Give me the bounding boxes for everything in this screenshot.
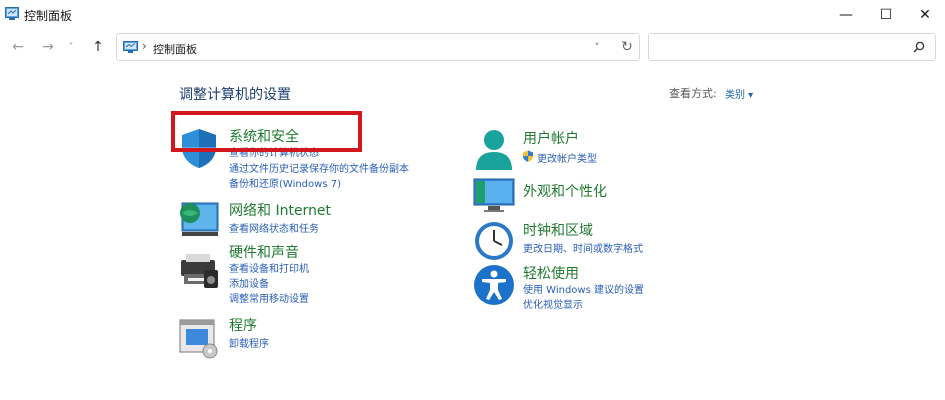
close-button[interactable]: ✕ xyxy=(905,0,945,30)
link-mobility-settings[interactable]: 调整常用移动设置 xyxy=(229,290,309,305)
breadcrumb-item[interactable]: 控制面板 xyxy=(153,41,197,57)
breadcrumb-separator: › xyxy=(142,39,147,53)
link-uninstall-program[interactable]: 卸载程序 xyxy=(229,335,269,350)
category-heading-system-security[interactable]: 系统和安全 xyxy=(229,126,299,146)
accessibility-icon[interactable] xyxy=(473,264,515,306)
category-network-internet: 网络和 Internet 查看网络状态和任务 xyxy=(178,199,438,239)
address-dropdown-button[interactable]: ˅ xyxy=(589,38,605,56)
uac-shield-icon xyxy=(523,150,533,162)
arrow-right-icon: → xyxy=(42,39,54,55)
forward-button[interactable]: → xyxy=(38,37,58,57)
search-icon[interactable] xyxy=(913,41,925,53)
category-heading-appearance[interactable]: 外观和个性化 xyxy=(523,181,607,201)
link-view-computer-status[interactable]: 查看你的计算机状态 xyxy=(229,144,319,159)
arrow-up-icon: ↑ xyxy=(92,39,104,55)
minimize-icon: — xyxy=(839,7,853,23)
view-by-dropdown[interactable]: 类别 ▾ xyxy=(725,86,753,101)
chevron-down-icon: ˅ xyxy=(594,40,600,54)
chevron-down-icon: ˅ xyxy=(68,41,74,53)
shield-icon[interactable] xyxy=(178,127,220,169)
close-icon: ✕ xyxy=(919,7,931,23)
minimize-button[interactable]: — xyxy=(826,0,866,30)
category-clock-region: 时钟和区域 更改日期、时间或数字格式 xyxy=(473,220,733,264)
refresh-button[interactable]: ↻ xyxy=(618,37,636,57)
navigation-bar: ← → ˅ ↑ › 控制面板 ˅ ↻ xyxy=(0,30,945,64)
category-heading-clock-region[interactable]: 时钟和区域 xyxy=(523,220,593,240)
category-heading-programs[interactable]: 程序 xyxy=(229,315,257,335)
link-optimize-visual-display[interactable]: 优化视觉显示 xyxy=(523,296,583,311)
link-add-device[interactable]: 添加设备 xyxy=(229,275,269,290)
control-panel-icon xyxy=(5,7,19,20)
category-system-security: 系统和安全 查看你的计算机状态 通过文件历史记录保存你的文件备份副本 备份和还原… xyxy=(178,126,438,192)
search-input[interactable] xyxy=(655,39,905,55)
arrow-left-icon: ← xyxy=(12,39,24,55)
clock-icon[interactable] xyxy=(473,220,515,262)
back-button[interactable]: ← xyxy=(8,37,28,57)
control-panel-icon xyxy=(123,41,138,53)
window-title: 控制面板 xyxy=(24,9,73,23)
link-view-network-status[interactable]: 查看网络状态和任务 xyxy=(229,220,319,235)
appearance-monitor-icon[interactable] xyxy=(473,178,515,214)
category-heading-ease-of-access[interactable]: 轻松使用 xyxy=(523,263,579,283)
printer-icon[interactable] xyxy=(178,250,220,292)
maximize-icon: ☐ xyxy=(879,7,893,23)
link-view-devices-printers[interactable]: 查看设备和打印机 xyxy=(229,260,309,275)
user-account-icon[interactable] xyxy=(473,128,515,170)
category-heading-hardware-sound[interactable]: 硬件和声音 xyxy=(229,242,299,262)
link-change-date-time-format[interactable]: 更改日期、时间或数字格式 xyxy=(523,240,643,255)
search-box[interactable] xyxy=(648,33,936,61)
category-ease-of-access: 轻松使用 使用 Windows 建议的设置 优化视觉显示 xyxy=(473,263,733,313)
link-backup-restore[interactable]: 备份和还原(Windows 7) xyxy=(229,175,341,190)
refresh-icon: ↻ xyxy=(621,39,633,55)
category-hardware-sound: 硬件和声音 查看设备和打印机 添加设备 调整常用移动设置 xyxy=(178,242,438,306)
title-bar: 控制面板 — ☐ ✕ xyxy=(0,0,945,30)
link-change-account-type[interactable]: 更改帐户类型 xyxy=(537,150,597,165)
recent-locations-button[interactable]: ˅ xyxy=(64,37,78,57)
category-user-accounts: 用户帐户 更改帐户类型 xyxy=(473,128,733,172)
page-title: 调整计算机的设置 xyxy=(179,87,291,103)
link-recommended-settings[interactable]: 使用 Windows 建议的设置 xyxy=(523,281,644,296)
programs-icon[interactable] xyxy=(178,318,220,360)
category-heading-user-accounts[interactable]: 用户帐户 xyxy=(523,128,579,148)
address-bar[interactable]: › 控制面板 ˅ ↻ xyxy=(116,33,640,61)
network-globe-icon[interactable] xyxy=(178,199,220,239)
category-appearance: 外观和个性化 xyxy=(473,178,733,214)
category-heading-network-internet[interactable]: 网络和 Internet xyxy=(229,200,331,220)
maximize-button[interactable]: ☐ xyxy=(866,0,906,30)
link-file-history[interactable]: 通过文件历史记录保存你的文件备份副本 xyxy=(229,160,409,175)
up-button[interactable]: ↑ xyxy=(88,37,108,57)
category-programs: 程序 卸载程序 xyxy=(178,315,438,359)
view-by-label: 查看方式: xyxy=(669,87,717,100)
